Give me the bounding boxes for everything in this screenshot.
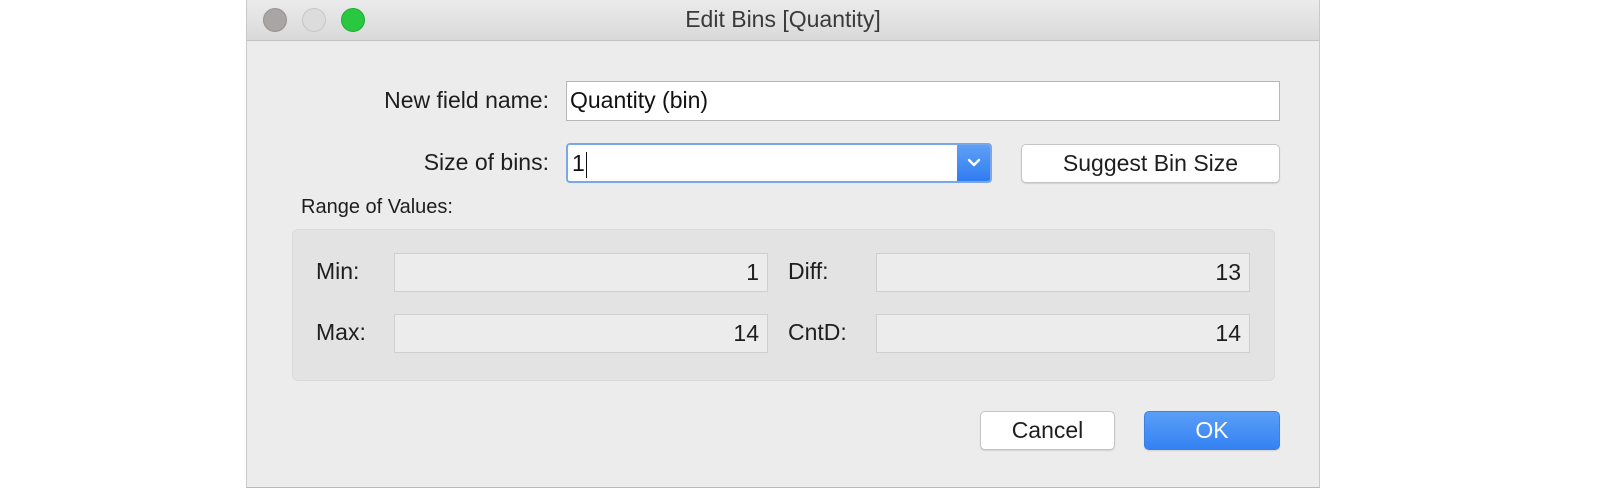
range-values-group: Min: 1 Diff: 13 Max: 14 CntD: 14 (292, 229, 1275, 381)
edit-bins-dialog: Edit Bins [Quantity] New field name: Qua… (246, 0, 1320, 488)
title-bar[interactable]: Edit Bins [Quantity] (247, 0, 1319, 41)
bin-size-dropdown-button[interactable] (957, 145, 990, 181)
min-label: Min: (316, 258, 360, 284)
field-name-input[interactable]: Quantity (bin) (566, 81, 1280, 121)
cancel-button[interactable]: Cancel (980, 411, 1115, 450)
diff-label: Diff: (788, 258, 829, 284)
field-name-label: New field name: (384, 87, 549, 113)
ok-button[interactable]: OK (1144, 411, 1280, 450)
min-value: 1 (394, 253, 768, 292)
bin-size-label: Size of bins: (423, 149, 549, 175)
range-of-values-heading: Range of Values: (301, 196, 453, 218)
max-label: Max: (316, 319, 366, 345)
bin-size-combobox[interactable]: 1 (566, 143, 992, 183)
cntd-value: 14 (876, 314, 1250, 353)
suggest-bin-size-button[interactable]: Suggest Bin Size (1021, 144, 1280, 183)
bin-size-value[interactable]: 1 (572, 149, 587, 178)
diff-value: 13 (876, 253, 1250, 292)
window-title: Edit Bins [Quantity] (685, 6, 881, 32)
max-value: 14 (394, 314, 768, 353)
chevron-down-icon (967, 158, 980, 167)
cntd-label: CntD: (788, 319, 847, 345)
